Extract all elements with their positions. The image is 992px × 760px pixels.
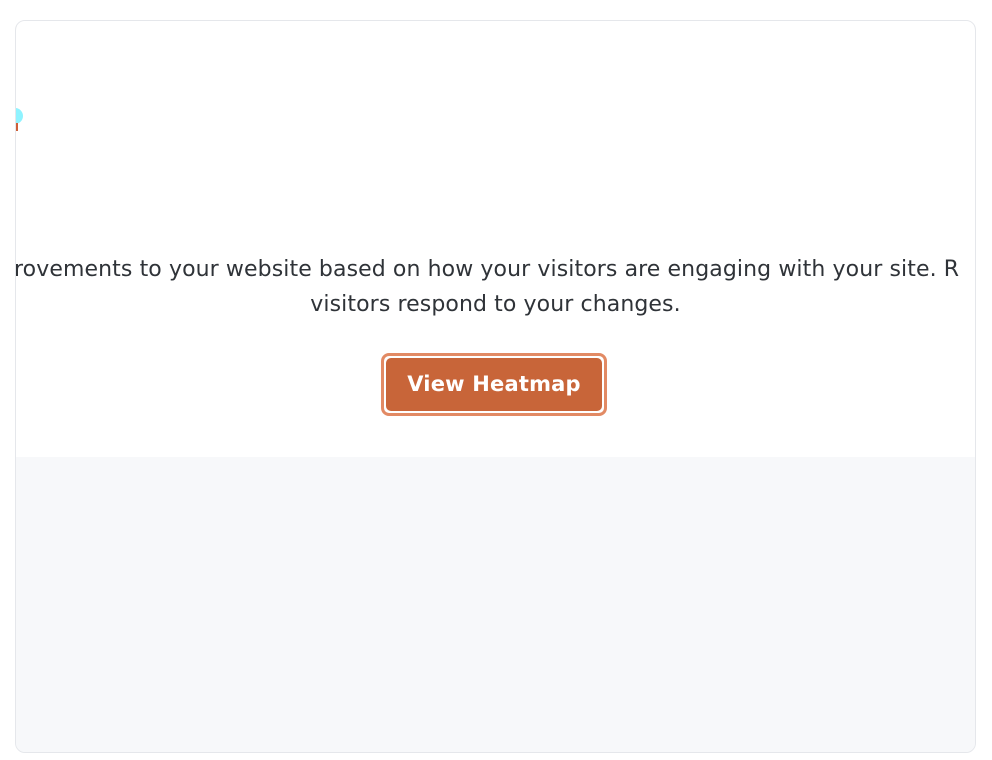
description-line-2: visitors respond to your changes. (310, 292, 681, 317)
heatmap-description: rovements to your website based on how y… (16, 253, 975, 323)
bottom-empty-panel (16, 457, 975, 752)
description-line-1: rovements to your website based on how y… (16, 257, 960, 282)
heatmap-illustration-fragment (16, 108, 23, 131)
view-heatmap-button[interactable]: View Heatmap (381, 353, 607, 416)
heatmap-card: rovements to your website based on how y… (16, 21, 975, 457)
view-heatmap-button-label: View Heatmap (386, 358, 602, 411)
heatmap-panel: rovements to your website based on how y… (15, 20, 976, 753)
